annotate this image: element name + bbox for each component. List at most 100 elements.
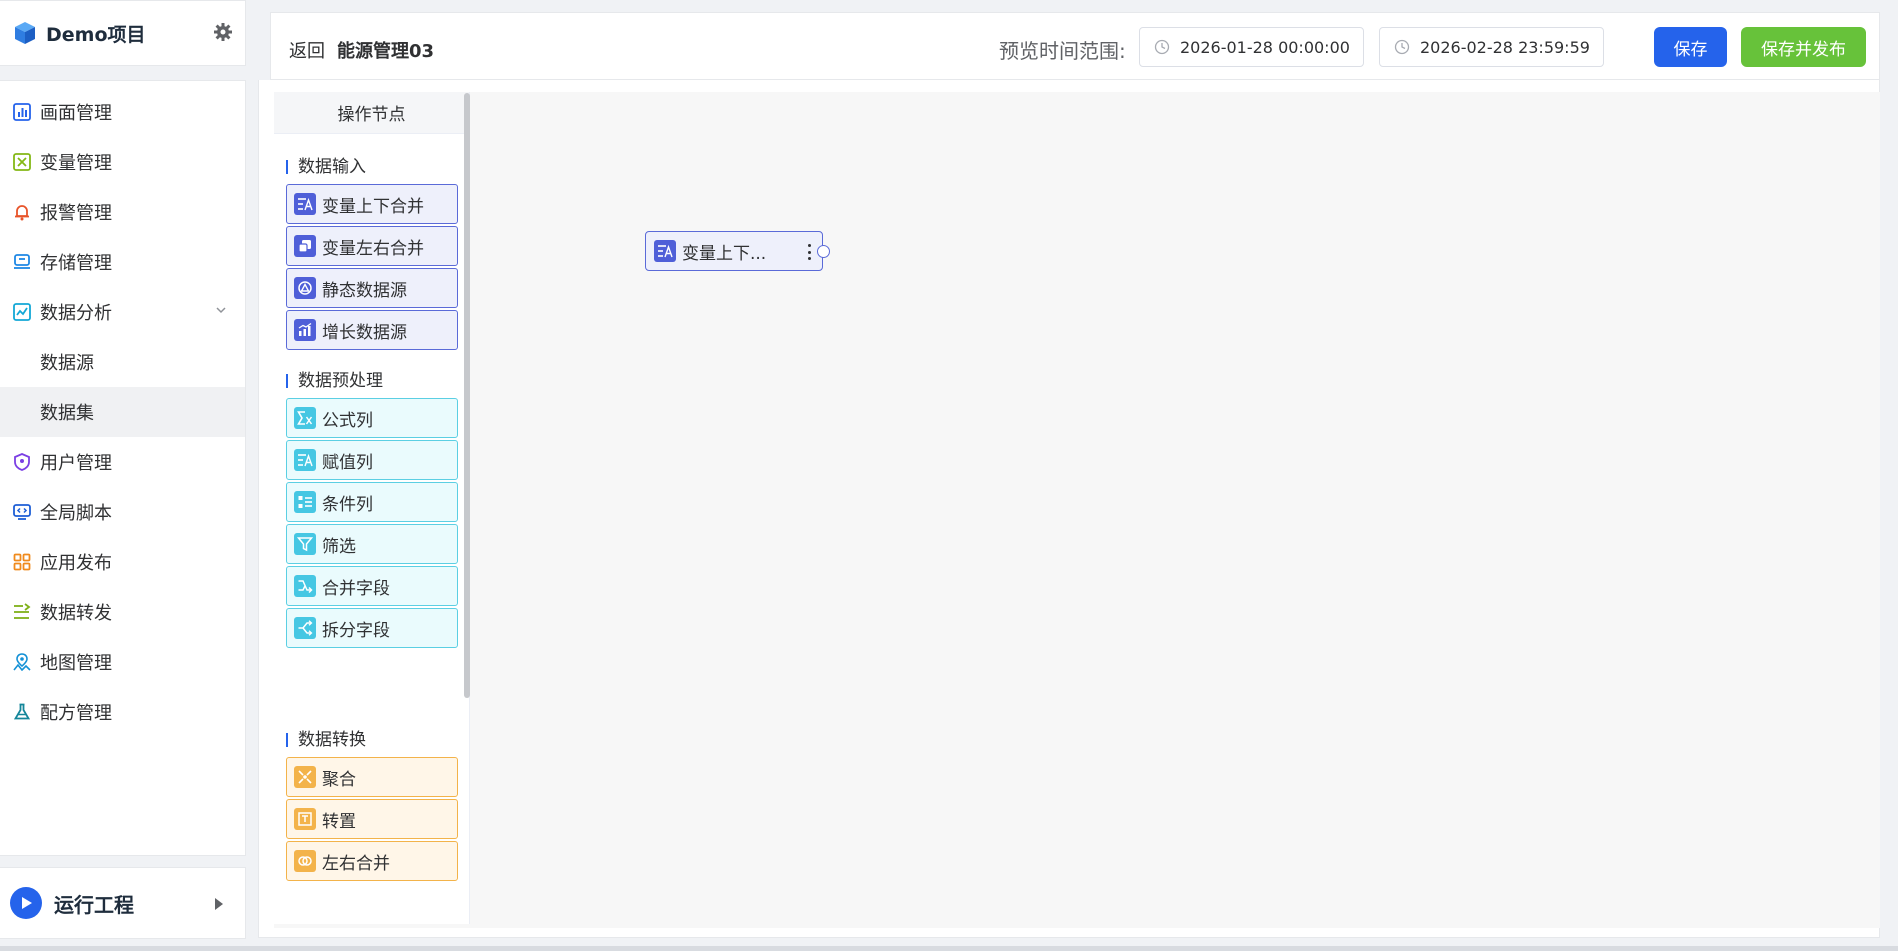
node-filter[interactable]: 筛选 — [286, 524, 458, 564]
chevron-down-icon — [216, 307, 226, 314]
transpose-icon — [294, 808, 316, 830]
panel-scrollbar[interactable] — [464, 93, 470, 698]
sigma-icon — [294, 407, 316, 429]
operation-node-panel: 操作节点 数据输入 变量上下合并 变量左右合并 静态数据源 增长数据源 数据预处… — [274, 92, 470, 924]
group-title-data-input: 数据输入 — [286, 159, 366, 176]
flask-icon — [12, 702, 32, 722]
node-static-datasource[interactable]: 静态数据源 — [286, 268, 458, 308]
variable-icon — [12, 152, 32, 172]
text-merge-icon — [654, 240, 676, 262]
run-project-label: 运行工程 — [54, 892, 134, 917]
node-label: 左右合并 — [322, 853, 390, 874]
end-datetime-value: 2026-02-28 23:59:59 — [1420, 37, 1590, 57]
node-label: 变量上下合并 — [322, 196, 424, 217]
text-assign-icon — [294, 449, 316, 471]
node-label: 聚合 — [322, 769, 356, 790]
window-bottom-edge — [0, 946, 1898, 951]
gear-icon[interactable] — [213, 22, 233, 42]
sidebar-item-label: 数据源 — [40, 353, 94, 374]
more-vertical-icon[interactable] — [808, 244, 812, 260]
start-datetime-input[interactable]: 2026-01-28 00:00:00 — [1139, 27, 1364, 67]
node-split-fields[interactable]: 拆分字段 — [286, 608, 458, 648]
node-variable-vertical-merge[interactable]: 变量上下合并 — [286, 184, 458, 224]
node-label: 筛选 — [322, 536, 356, 557]
storage-icon — [12, 252, 32, 272]
canvas-node-variable-vertical-merge[interactable]: 变量上下... — [645, 231, 830, 271]
sidebar-item-label: 报警管理 — [40, 203, 112, 224]
start-datetime-value: 2026-01-28 00:00:00 — [1180, 37, 1350, 57]
node-transpose[interactable]: 转置 — [286, 799, 458, 839]
node-label: 赋值列 — [322, 452, 373, 473]
sidebar-item-variable[interactable]: 变量管理 — [0, 137, 245, 187]
node-formula-column[interactable]: 公式列 — [286, 398, 458, 438]
sidebar-item-map[interactable]: 地图管理 — [0, 637, 245, 687]
grid-apps-icon — [12, 552, 32, 572]
sidebar-item-forward[interactable]: 数据转发 — [0, 587, 245, 637]
clock-icon — [1154, 39, 1170, 55]
sidebar-item-label: 存储管理 — [40, 253, 112, 274]
bar-chart-icon — [12, 102, 32, 122]
sidebar-item-label: 应用发布 — [40, 553, 112, 574]
end-datetime-input[interactable]: 2026-02-28 23:59:59 — [1379, 27, 1604, 67]
sidebar-item-datasource[interactable]: 数据源 — [0, 337, 245, 387]
canvas-node-label: 变量上下... — [682, 243, 767, 264]
code-monitor-icon — [12, 502, 32, 522]
sidebar-item-publish[interactable]: 应用发布 — [0, 537, 245, 587]
node-growth-datasource[interactable]: 增长数据源 — [286, 310, 458, 350]
sidebar-item-script[interactable]: 全局脚本 — [0, 487, 245, 537]
node-label: 增长数据源 — [322, 322, 407, 343]
sidebar-item-label: 地图管理 — [40, 653, 112, 674]
sidebar-item-dataset[interactable]: 数据集 — [0, 387, 245, 437]
sidebar-item-label: 配方管理 — [40, 703, 112, 724]
save-and-publish-button[interactable]: 保存并发布 — [1741, 27, 1866, 67]
node-label: 变量左右合并 — [322, 238, 424, 259]
sidebar-item-users[interactable]: 用户管理 — [0, 437, 245, 487]
node-horizontal-join[interactable]: 左右合并 — [286, 841, 458, 881]
group-title-preprocess: 数据预处理 — [286, 373, 383, 390]
filter-icon — [294, 533, 316, 555]
aggregate-icon — [294, 766, 316, 788]
save-button[interactable]: 保存 — [1654, 27, 1727, 67]
sidebar-item-label: 数据转发 — [40, 603, 112, 624]
clock-icon — [1394, 39, 1410, 55]
node-aggregate[interactable]: 聚合 — [286, 757, 458, 797]
sidebar-item-analysis[interactable]: 数据分析 — [0, 287, 245, 337]
list-condition-icon — [294, 491, 316, 513]
line-chart-icon — [12, 302, 32, 322]
node-label: 公式列 — [322, 410, 373, 431]
flow-canvas[interactable] — [274, 92, 1880, 928]
page-header: 返回 能源管理03 预览时间范围: 2026-01-28 00:00:00 20… — [270, 12, 1880, 80]
split-arrows-icon — [294, 617, 316, 639]
sidebar-item-storage[interactable]: 存储管理 — [0, 237, 245, 287]
sidebar-menu: 画面管理 变量管理 报警管理 存储管理 数据分析 数据源 数据集 用户管理 全局… — [0, 80, 246, 856]
copy-blocks-icon — [294, 235, 316, 257]
back-link[interactable]: 返回 — [289, 37, 325, 63]
sidebar-item-alarm[interactable]: 报警管理 — [0, 187, 245, 237]
group-title-transform: 数据转换 — [286, 732, 366, 749]
join-icon — [294, 850, 316, 872]
node-assign-column[interactable]: 赋值列 — [286, 440, 458, 480]
node-label: 拆分字段 — [322, 620, 390, 641]
sidebar-item-recipe[interactable]: 配方管理 — [0, 687, 245, 737]
preview-range-label: 预览时间范围: — [999, 39, 1126, 63]
play-icon — [10, 887, 42, 919]
sidebar-item-screen[interactable]: 画面管理 — [0, 87, 245, 137]
sidebar-item-label: 数据集 — [40, 403, 94, 424]
node-merge-fields[interactable]: 合并字段 — [286, 566, 458, 606]
node-variable-horizontal-merge[interactable]: 变量左右合并 — [286, 226, 458, 266]
node-label: 转置 — [322, 811, 356, 832]
page-title: 能源管理03 — [337, 41, 435, 62]
bell-icon — [12, 202, 32, 222]
text-merge-icon — [294, 193, 316, 215]
node-label: 静态数据源 — [322, 280, 407, 301]
cube-logo-icon — [15, 22, 35, 44]
panel-title: 操作节点 — [274, 92, 469, 134]
node-label: 条件列 — [322, 494, 373, 515]
node-condition-column[interactable]: 条件列 — [286, 482, 458, 522]
merge-arrows-icon — [294, 575, 316, 597]
shield-user-icon — [12, 452, 32, 472]
forward-icon — [12, 602, 32, 622]
output-port[interactable] — [817, 245, 830, 258]
caret-right-icon — [215, 898, 223, 910]
run-project-button[interactable]: 运行工程 — [0, 867, 246, 939]
